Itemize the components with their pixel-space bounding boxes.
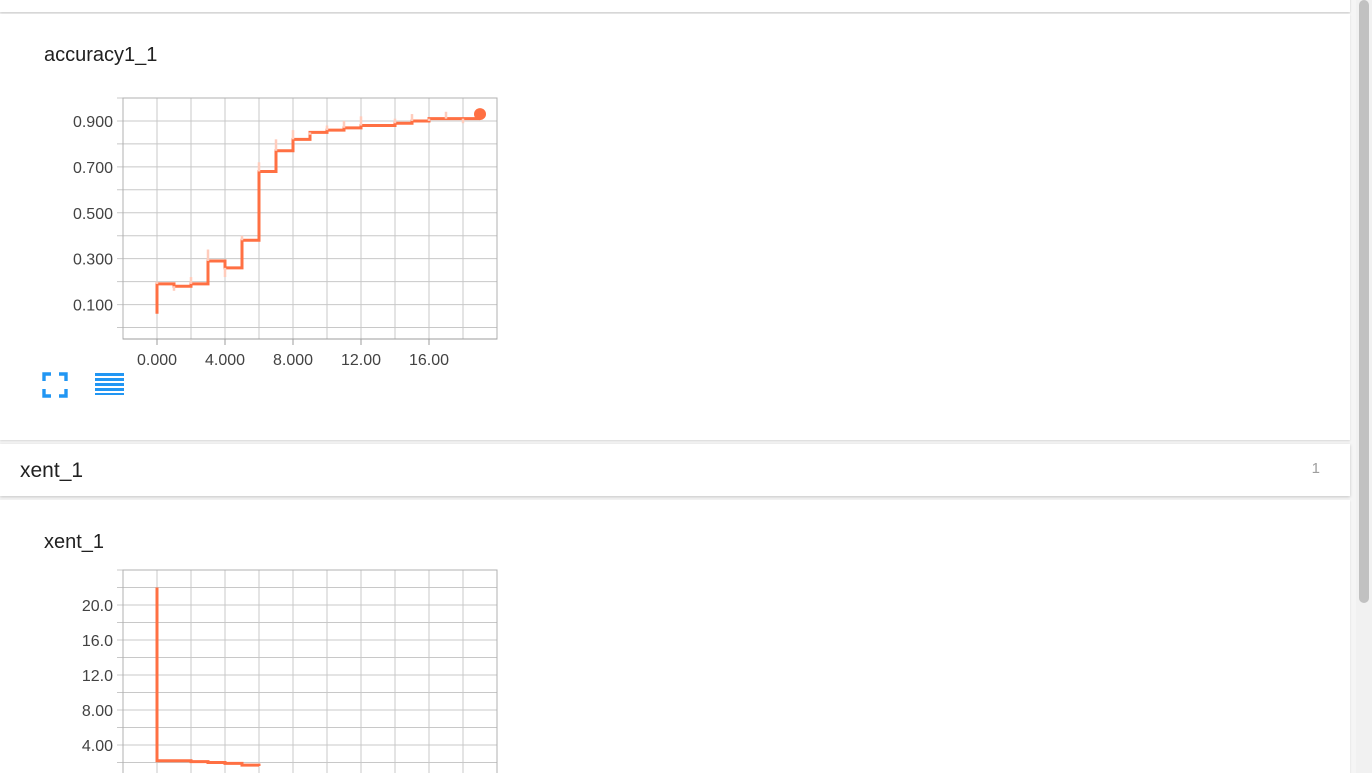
page-scrollbar[interactable] [1356, 0, 1372, 773]
y-tick-label: 4.00 [82, 738, 113, 755]
y-tick-label: 0.900 [73, 114, 113, 131]
section-title: xent_1 [20, 459, 84, 482]
y-tick-label: 0.300 [73, 252, 113, 269]
previous-card-edge [0, 0, 1350, 12]
x-tick-label: 16.00 [409, 352, 449, 369]
y-tick-label: 16.0 [82, 633, 113, 650]
x-tick-label: 12.00 [341, 352, 381, 369]
chart-title: accuracy1_1 [44, 44, 158, 66]
section-count-badge: 1 [1311, 460, 1320, 477]
x-tick-label: 8.000 [273, 352, 313, 369]
y-tick-label: 20.0 [82, 598, 113, 615]
y-tick-label: 12.0 [82, 668, 113, 685]
tensorboard-scalars-page: accuracy1_1 0.900 0.700 0.500 0.300 0.100 0.0… [0, 0, 1372, 773]
xent-chart[interactable]: 20.0 16.0 12.0 8.00 4.00 [40, 560, 510, 773]
y-tick-label: 0.500 [73, 206, 113, 223]
scrollbar-thumb[interactable] [1359, 0, 1369, 603]
x-tick-label: 4.000 [205, 352, 245, 369]
last-value-point [474, 108, 486, 121]
x-tick-label: 0.000 [137, 352, 177, 369]
y-tick-label: 0.100 [73, 298, 113, 315]
plot-frame [122, 569, 498, 773]
fullscreen-icon[interactable] [40, 370, 70, 400]
xent-section-header[interactable]: xent_1 1 [0, 444, 1350, 496]
xent-section-panel: xent_1 20.0 16.0 12.0 8.00 4.00 [0, 500, 1350, 773]
series-line [155, 587, 261, 767]
y-tick-label: 8.00 [82, 703, 113, 720]
series-line [155, 117, 480, 314]
accuracy-chart[interactable]: 0.900 0.700 0.500 0.300 0.100 0.000 4.000 8.000… [40, 74, 510, 374]
accuracy-section-panel: accuracy1_1 0.900 0.700 0.500 0.300 0.100 0.0… [0, 14, 1350, 440]
chart-title: xent_1 [44, 531, 105, 553]
data-table-icon[interactable] [94, 370, 124, 400]
y-tick-label: 0.700 [73, 160, 113, 177]
